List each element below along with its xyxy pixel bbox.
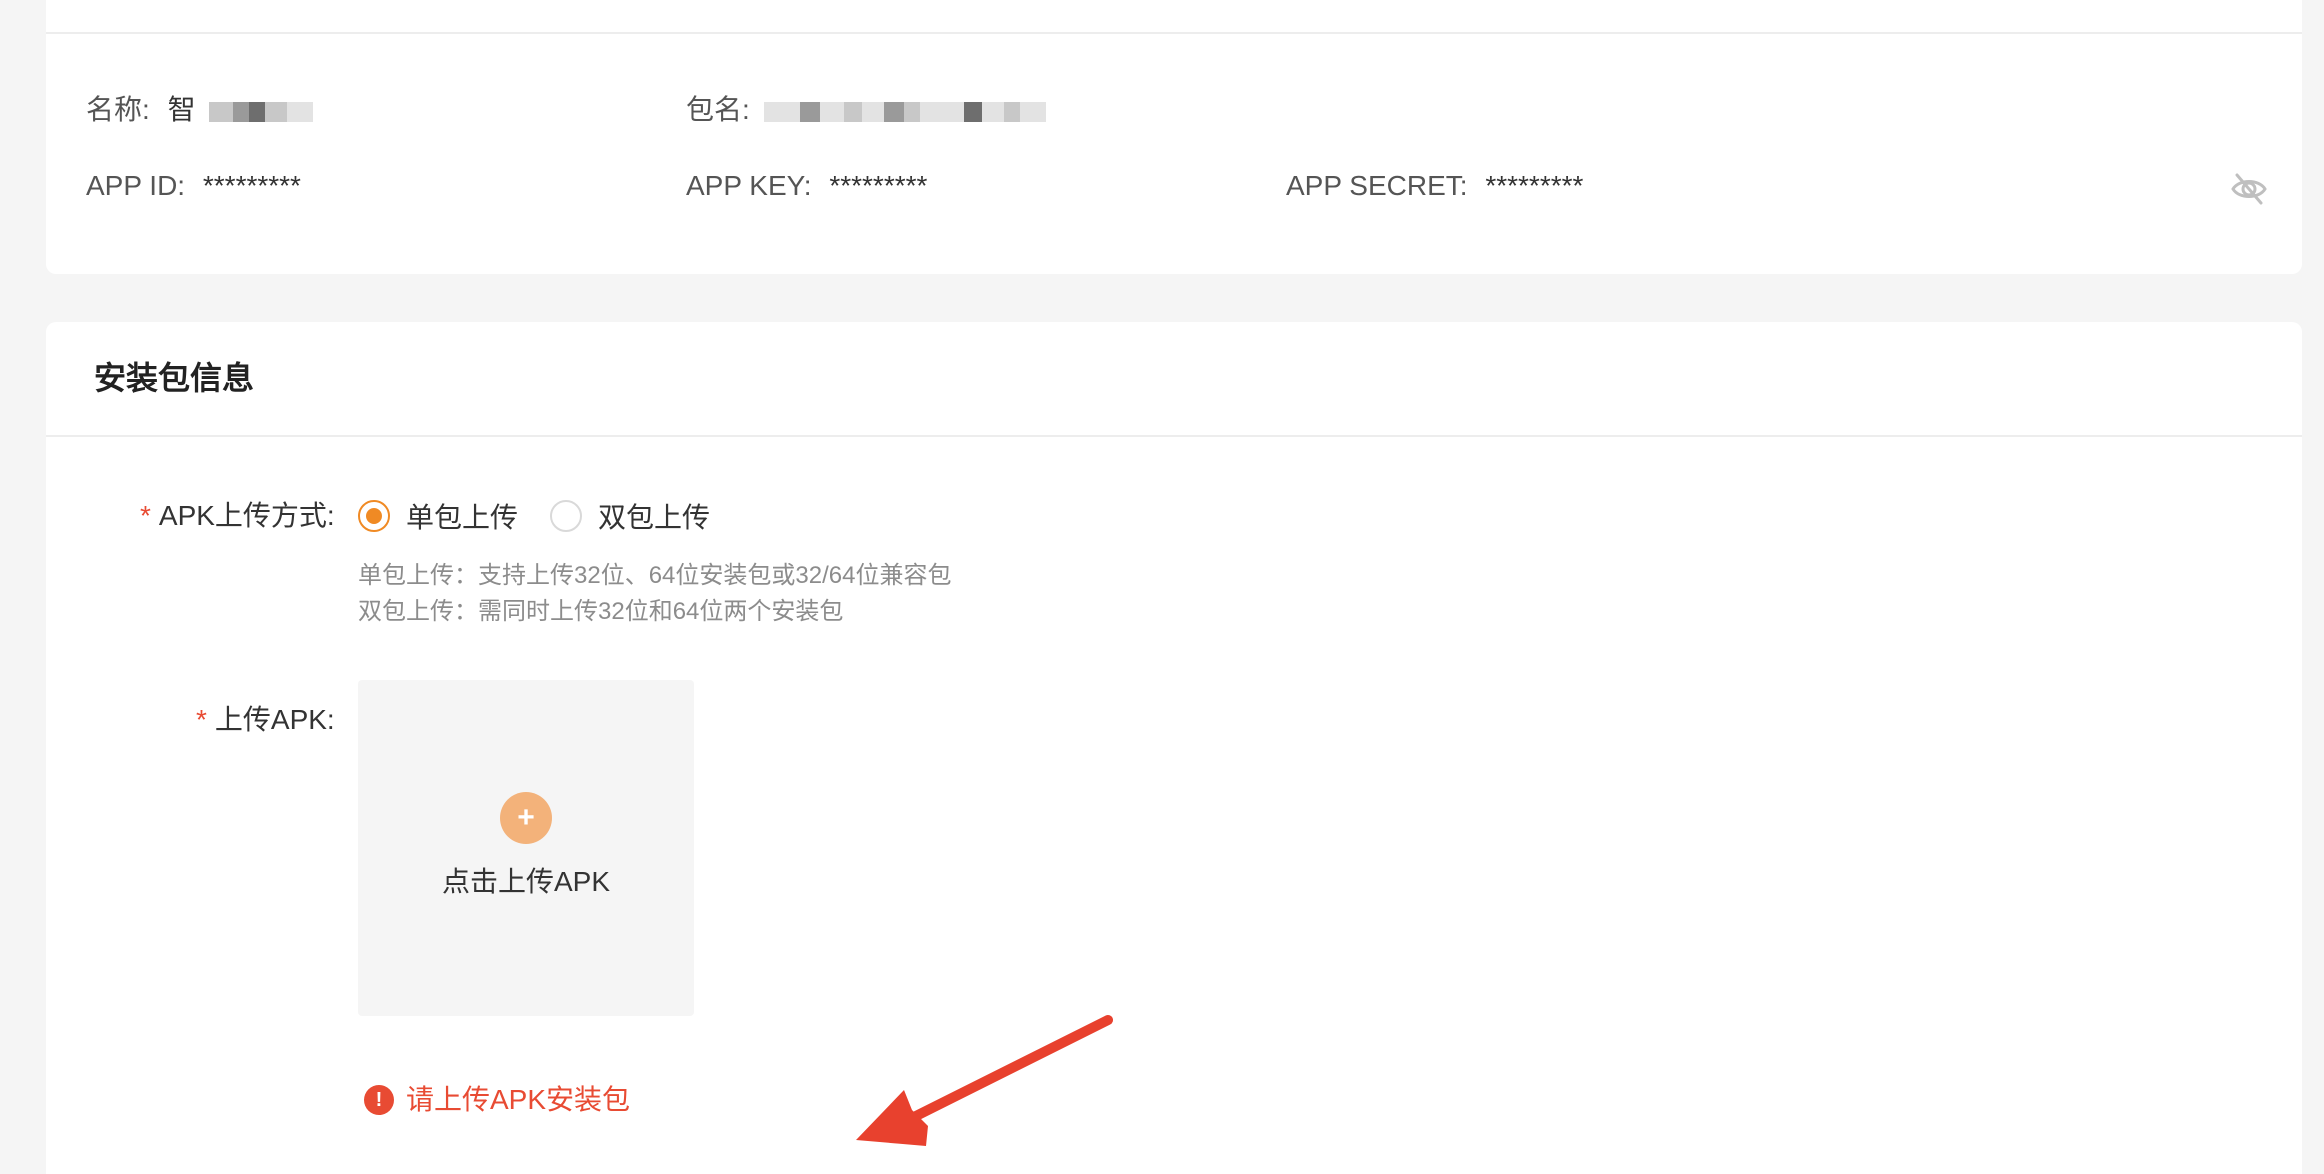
app-secret-label: APP SECRET: xyxy=(1286,170,1468,201)
upload-apk-text: 点击上传APK xyxy=(441,866,611,897)
upload-apk-button[interactable]: + 点击上传APK xyxy=(358,680,694,1016)
plus-icon: + xyxy=(500,792,552,844)
eye-off-icon[interactable] xyxy=(2230,170,2268,208)
hint-single-upload: 单包上传：支持上传32位、64位安装包或32/64位兼容包 xyxy=(358,562,952,589)
upload-error-text: 请上传APK安装包 xyxy=(406,1084,631,1115)
install-package-card: 安装包信息 * APK上传方式: 单包上传 双包上传 单包上传：支持上传32位、6… xyxy=(46,322,2302,1174)
upload-apk-label: * 上传APK: xyxy=(196,700,335,740)
upload-error-message: ! 请上传APK安装包 xyxy=(364,1080,630,1120)
page: 名称: 智 包名: APP ID: ********* APP KEY: ***… xyxy=(0,0,2324,1174)
section-title: 安装包信息 xyxy=(94,360,255,396)
app-name-label: 名称: xyxy=(86,94,150,125)
divider xyxy=(46,32,2302,34)
app-name-redacted xyxy=(209,98,314,126)
required-mark: * xyxy=(140,500,151,531)
app-name-value: 智 xyxy=(167,94,196,125)
error-icon: ! xyxy=(364,1085,394,1115)
annotation-arrow-icon xyxy=(856,1015,1113,1146)
radio-unchecked-icon xyxy=(550,500,582,532)
package-name-redacted xyxy=(763,98,1046,126)
upload-mode-label: * APK上传方式: xyxy=(140,496,335,536)
app-key-field: APP KEY: ********* xyxy=(686,168,927,204)
divider xyxy=(46,435,2302,437)
radio-single-upload-label: 单包上传 xyxy=(406,502,519,533)
app-key-value: ********* xyxy=(829,170,928,201)
app-id-value: ********* xyxy=(202,170,301,201)
app-secret-value: ********* xyxy=(1485,170,1584,201)
radio-dual-upload-label: 双包上传 xyxy=(598,502,711,533)
app-id-label: APP ID: xyxy=(86,170,186,201)
upload-apk-label-text: 上传APK: xyxy=(214,704,335,735)
package-name-field: 包名: xyxy=(686,92,1046,128)
app-secret-field: APP SECRET: ********* xyxy=(1286,168,1583,204)
package-name-label: 包名: xyxy=(686,94,750,125)
hint-dual-upload: 双包上传：需同时上传32位和64位两个安装包 xyxy=(358,598,844,625)
app-info-card: 名称: 智 包名: APP ID: ********* APP KEY: ***… xyxy=(46,0,2302,274)
radio-single-upload[interactable]: 单包上传 xyxy=(358,496,518,536)
radio-dual-upload[interactable]: 双包上传 xyxy=(550,496,710,536)
app-key-label: APP KEY: xyxy=(686,170,812,201)
required-mark: * xyxy=(196,704,207,735)
radio-checked-icon xyxy=(358,500,390,532)
app-id-field: APP ID: ********* xyxy=(86,168,301,204)
app-name-field: 名称: 智 xyxy=(86,92,314,128)
upload-mode-label-text: APK上传方式: xyxy=(158,500,335,531)
